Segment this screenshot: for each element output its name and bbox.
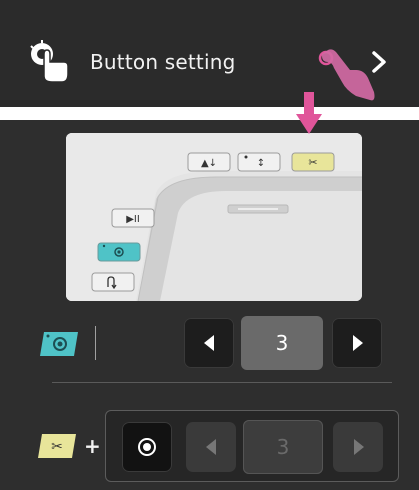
- decrease-button[interactable]: [184, 318, 234, 368]
- page-title: Button setting: [90, 50, 236, 74]
- chevron-right-icon[interactable]: [370, 48, 390, 76]
- triangle-right-icon: [353, 335, 363, 351]
- thread-cutter-icon: ✂: [291, 152, 335, 172]
- setting-value: 3: [241, 316, 323, 370]
- triangle-right-icon: [354, 439, 364, 455]
- triangle-left-icon: [204, 335, 214, 351]
- plus-sign: +: [84, 434, 101, 458]
- row-divider: [52, 382, 392, 383]
- reinforcement-button-icon: [40, 332, 78, 356]
- reverse-icon: [91, 272, 135, 292]
- combo-toggle-button[interactable]: [122, 422, 172, 472]
- increase-button[interactable]: [332, 318, 382, 368]
- combo-decrease-button[interactable]: [186, 422, 236, 472]
- triangle-left-icon: [206, 439, 216, 455]
- sewing-machine-illustration: ▲↓ ↕ ✂ ▶II: [66, 133, 362, 301]
- needle-position-icon: ↕: [237, 152, 281, 172]
- header-bar[interactable]: Button setting: [0, 0, 419, 107]
- start-stop-icon: ▶II: [111, 208, 155, 228]
- combo-setting-value: 3: [243, 420, 323, 474]
- down-arrow-icon: [296, 92, 322, 134]
- separator: [95, 326, 96, 360]
- combo-increase-button[interactable]: [333, 422, 383, 472]
- reinforcement-icon: [97, 242, 141, 262]
- svg-text:▲↓: ▲↓: [201, 158, 217, 169]
- thread-cutter-button-icon: ✂: [38, 434, 76, 458]
- finger-tap-icon: [30, 40, 69, 83]
- svg-text:▶II: ▶II: [126, 214, 140, 225]
- svg-text:↕: ↕: [257, 158, 265, 169]
- svg-text:✂: ✂: [308, 156, 317, 169]
- svg-text:✂: ✂: [51, 439, 63, 455]
- presser-foot-icon: ▲↓: [187, 152, 231, 172]
